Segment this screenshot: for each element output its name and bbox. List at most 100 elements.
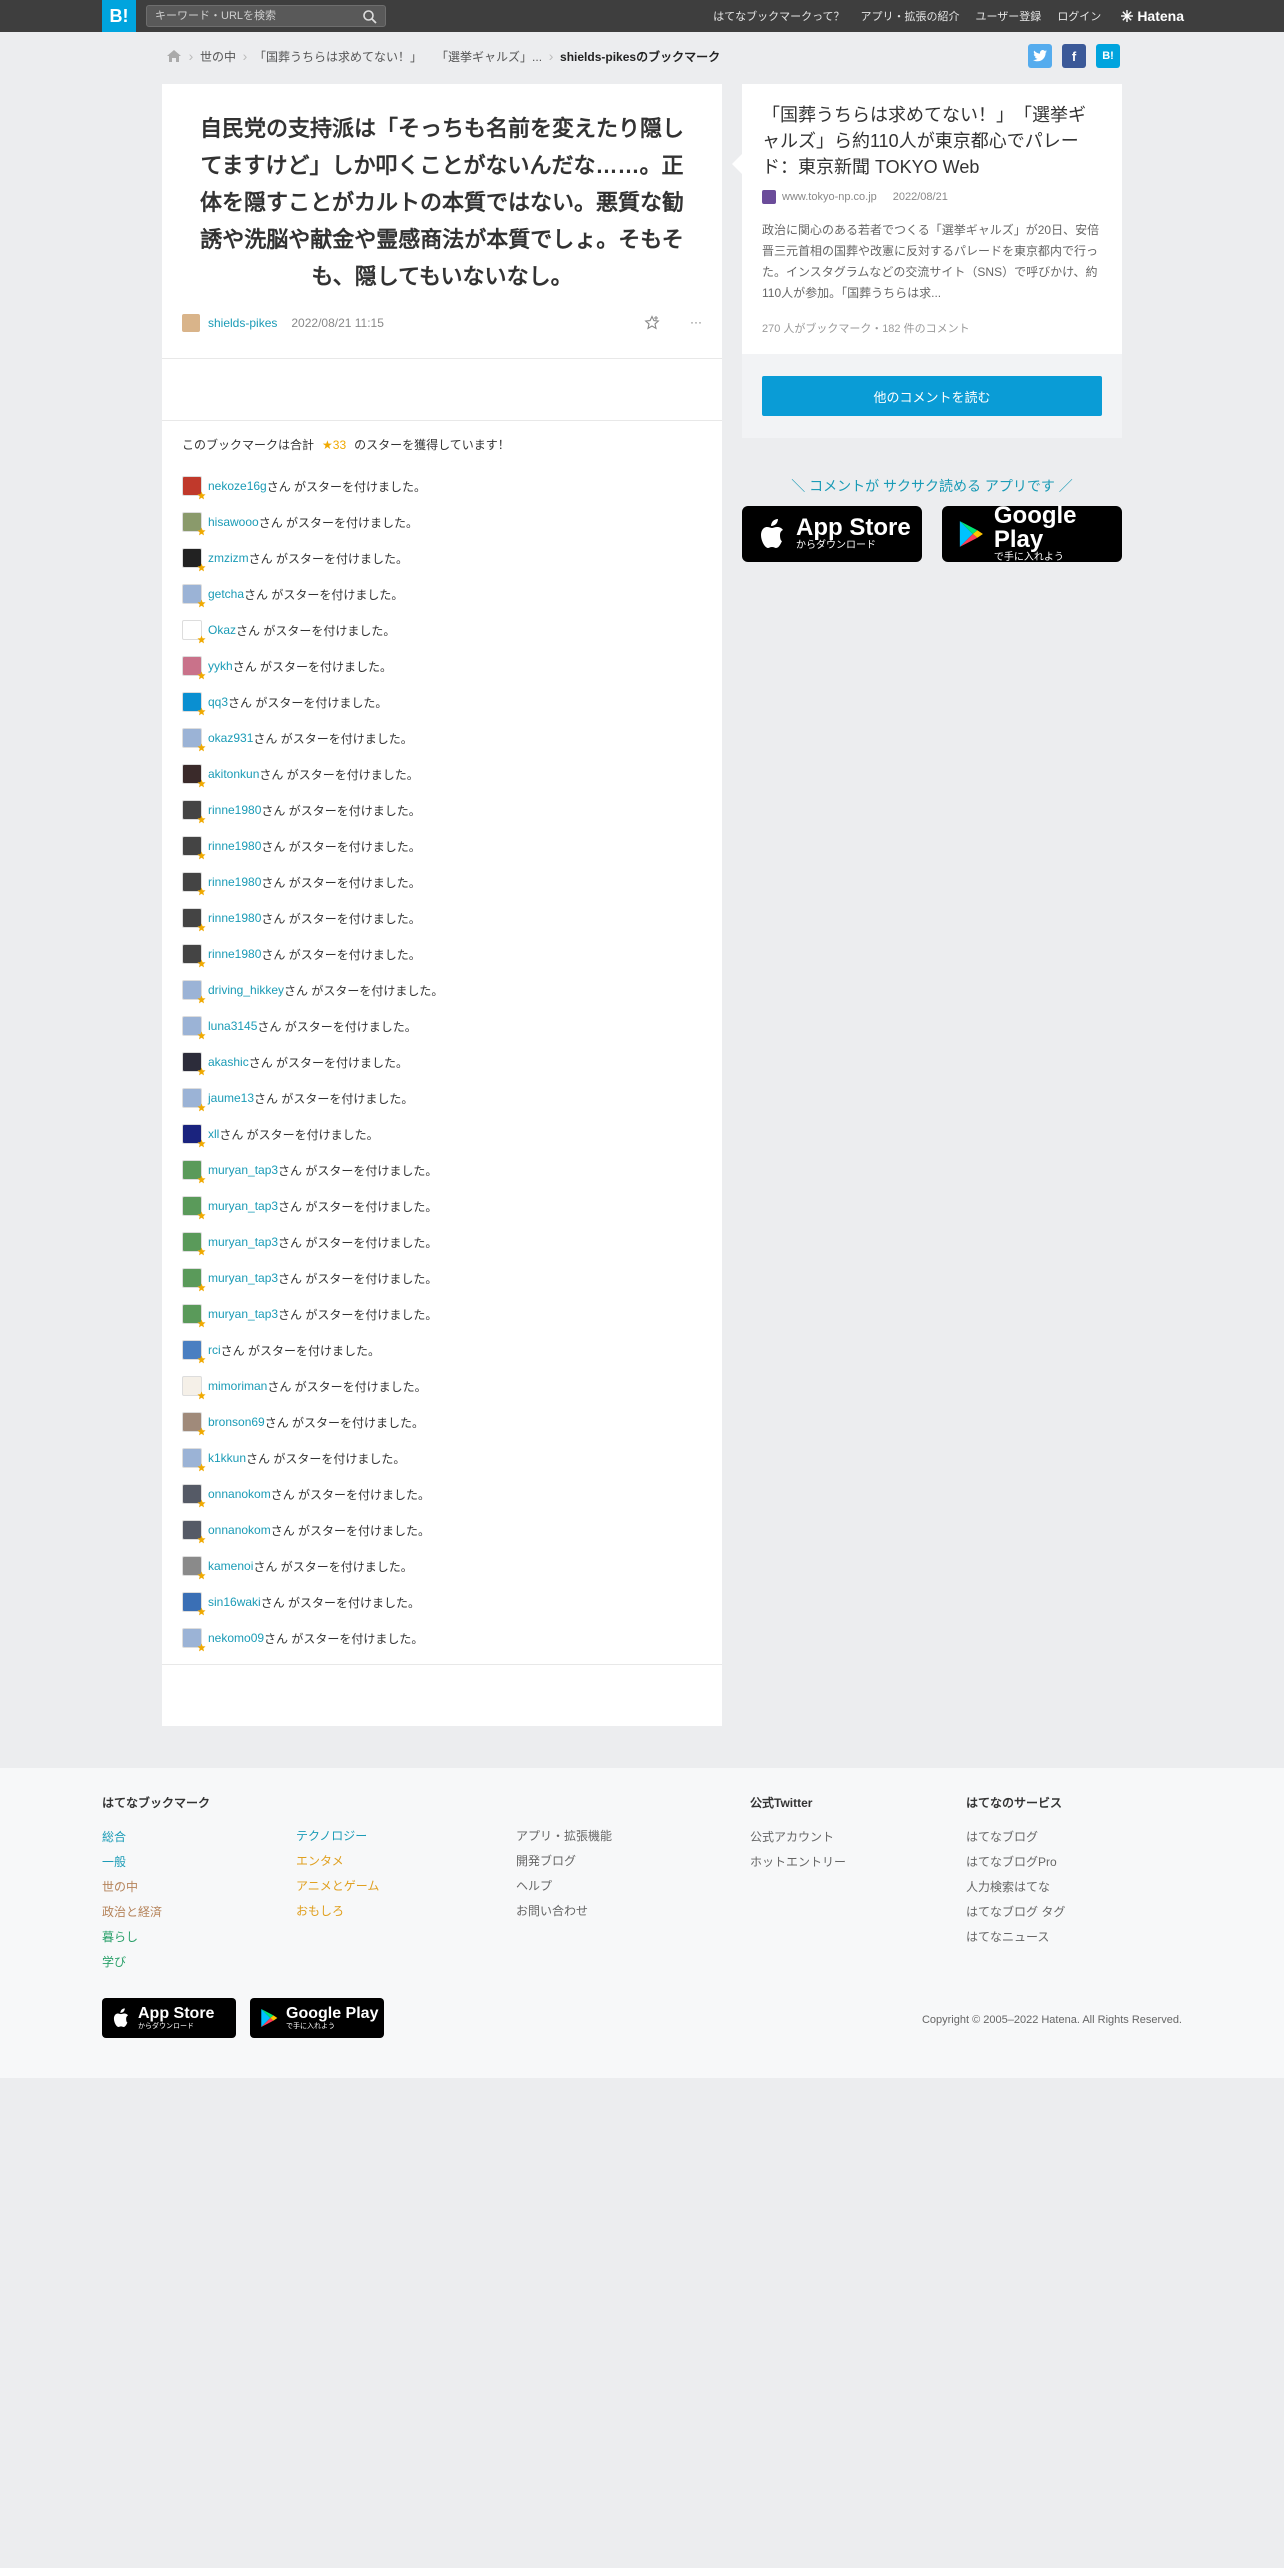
footer-link[interactable]: ホットエントリー: [750, 1850, 846, 1875]
hatena-brand[interactable]: Hatena: [1121, 8, 1184, 24]
footer-link[interactable]: 世の中: [102, 1875, 210, 1900]
twitter-share-button[interactable]: [1028, 44, 1052, 68]
avatar[interactable]: [182, 1592, 206, 1616]
footer-link[interactable]: お問い合わせ: [516, 1899, 612, 1924]
star-giver-name[interactable]: onnanokom: [208, 1523, 271, 1537]
avatar[interactable]: [182, 1520, 206, 1544]
star-giver-name[interactable]: muryan_tap3: [208, 1163, 278, 1177]
bookmark-user[interactable]: shields-pikes: [208, 316, 277, 330]
avatar[interactable]: [182, 314, 200, 332]
nav-about[interactable]: はてなブックマークって？: [713, 8, 844, 24]
hatena-share-button[interactable]: B!: [1096, 44, 1120, 68]
star-giver-name[interactable]: muryan_tap3: [208, 1235, 278, 1249]
footer-google-play-button[interactable]: Google Play で手に入れよう: [250, 1998, 384, 2038]
footer-link[interactable]: 暮らし: [102, 1925, 210, 1950]
avatar[interactable]: [182, 1376, 206, 1400]
avatar[interactable]: [182, 584, 206, 608]
star-giver-name[interactable]: muryan_tap3: [208, 1307, 278, 1321]
avatar[interactable]: [182, 728, 206, 752]
star-giver-name[interactable]: rinne1980: [208, 947, 261, 961]
breadcrumb-entry-cont[interactable]: 「選挙ギャルズ」...: [436, 48, 542, 65]
breadcrumb-category[interactable]: 世の中: [200, 48, 236, 65]
star-giver-name[interactable]: rci: [208, 1343, 221, 1357]
star-giver-name[interactable]: getcha: [208, 587, 244, 601]
star-giver-name[interactable]: muryan_tap3: [208, 1271, 278, 1285]
footer-link[interactable]: テクノロジー: [296, 1824, 379, 1849]
star-giver-name[interactable]: rinne1980: [208, 803, 261, 817]
footer-link[interactable]: アニメとゲーム: [296, 1874, 379, 1899]
footer-app-store-button[interactable]: App Store からダウンロード: [102, 1998, 236, 2038]
avatar[interactable]: [182, 980, 206, 1004]
footer-link[interactable]: エンタメ: [296, 1849, 379, 1874]
star-giver-name[interactable]: bronson69: [208, 1415, 265, 1429]
star-giver-name[interactable]: qq3: [208, 695, 228, 709]
footer-link[interactable]: 人力検索はてな: [966, 1875, 1065, 1900]
avatar[interactable]: [182, 1160, 206, 1184]
avatar[interactable]: [182, 1232, 206, 1256]
footer-link[interactable]: はてなブログPro: [966, 1850, 1065, 1875]
avatar[interactable]: [182, 1124, 206, 1148]
footer-link[interactable]: はてなニュース: [966, 1925, 1065, 1950]
footer-link[interactable]: ヘルプ: [516, 1874, 612, 1899]
entry-stats[interactable]: 270 人がブックマーク・182 件のコメント: [762, 320, 970, 336]
avatar[interactable]: [182, 548, 206, 572]
star-giver-name[interactable]: driving_hikkey: [208, 983, 284, 997]
entry-site-domain[interactable]: www.tokyo-np.co.jp: [782, 191, 877, 203]
star-giver-name[interactable]: rinne1980: [208, 911, 261, 925]
add-star-icon[interactable]: [644, 315, 660, 331]
footer-link[interactable]: 公式アカウント: [750, 1825, 846, 1850]
footer-link[interactable]: はてなブログ: [966, 1825, 1065, 1850]
footer-link[interactable]: 政治と経済: [102, 1900, 210, 1925]
star-giver-name[interactable]: akitonkun: [208, 767, 259, 781]
search-input[interactable]: [147, 6, 373, 26]
star-giver-name[interactable]: onnanokom: [208, 1487, 271, 1501]
avatar[interactable]: [182, 1340, 206, 1364]
avatar[interactable]: [182, 1412, 206, 1436]
footer-link[interactable]: おもしろ: [296, 1899, 379, 1924]
star-giver-name[interactable]: kamenoi: [208, 1559, 253, 1573]
avatar[interactable]: [182, 620, 206, 644]
star-giver-name[interactable]: jaume13: [208, 1091, 254, 1105]
avatar[interactable]: [182, 1484, 206, 1508]
star-giver-name[interactable]: akashic: [208, 1055, 249, 1069]
avatar[interactable]: [182, 1448, 206, 1472]
star-giver-name[interactable]: mimoriman: [208, 1379, 267, 1393]
avatar[interactable]: [182, 1304, 206, 1328]
star-giver-name[interactable]: sin16waki: [208, 1595, 261, 1609]
avatar[interactable]: [182, 1196, 206, 1220]
star-giver-name[interactable]: rinne1980: [208, 875, 261, 889]
app-store-button[interactable]: App Store からダウンロード: [742, 506, 922, 562]
avatar[interactable]: [182, 836, 206, 860]
star-giver-name[interactable]: nekomo09: [208, 1631, 264, 1645]
nav-login[interactable]: ログイン: [1057, 8, 1101, 24]
avatar[interactable]: [182, 1088, 206, 1112]
footer-link[interactable]: 一般: [102, 1850, 210, 1875]
read-more-comments-button[interactable]: 他のコメントを読む: [762, 376, 1102, 416]
star-giver-name[interactable]: muryan_tap3: [208, 1199, 278, 1213]
avatar[interactable]: [182, 656, 206, 680]
avatar[interactable]: [182, 908, 206, 932]
avatar[interactable]: [182, 872, 206, 896]
avatar[interactable]: [182, 1628, 206, 1652]
avatar[interactable]: [182, 1556, 206, 1580]
star-giver-name[interactable]: yykh: [208, 659, 233, 673]
footer-link[interactable]: はてなブログ タグ: [966, 1900, 1065, 1925]
entry-title[interactable]: 「国葬うちらは求めてない！」 「選挙ギャルズ」ら約110人が東京都心でパレード：…: [762, 102, 1102, 180]
star-giver-name[interactable]: nekoze16g: [208, 479, 267, 493]
home-icon[interactable]: [166, 49, 182, 63]
google-play-button[interactable]: Google Play で手に入れよう: [942, 504, 1122, 563]
avatar[interactable]: [182, 800, 206, 824]
star-giver-name[interactable]: hisawooo: [208, 515, 259, 529]
footer-link[interactable]: 学び: [102, 1950, 210, 1975]
avatar[interactable]: [182, 476, 206, 500]
star-giver-name[interactable]: Okaz: [208, 623, 236, 637]
star-giver-name[interactable]: xll: [208, 1127, 219, 1141]
star-giver-name[interactable]: zmzizm: [208, 551, 249, 565]
search-icon[interactable]: [362, 9, 378, 25]
avatar[interactable]: [182, 944, 206, 968]
more-icon[interactable]: ···: [690, 315, 702, 331]
avatar[interactable]: [182, 1268, 206, 1292]
nav-register[interactable]: ユーザー登録: [976, 8, 1042, 24]
avatar[interactable]: [182, 692, 206, 716]
avatar[interactable]: [182, 764, 206, 788]
